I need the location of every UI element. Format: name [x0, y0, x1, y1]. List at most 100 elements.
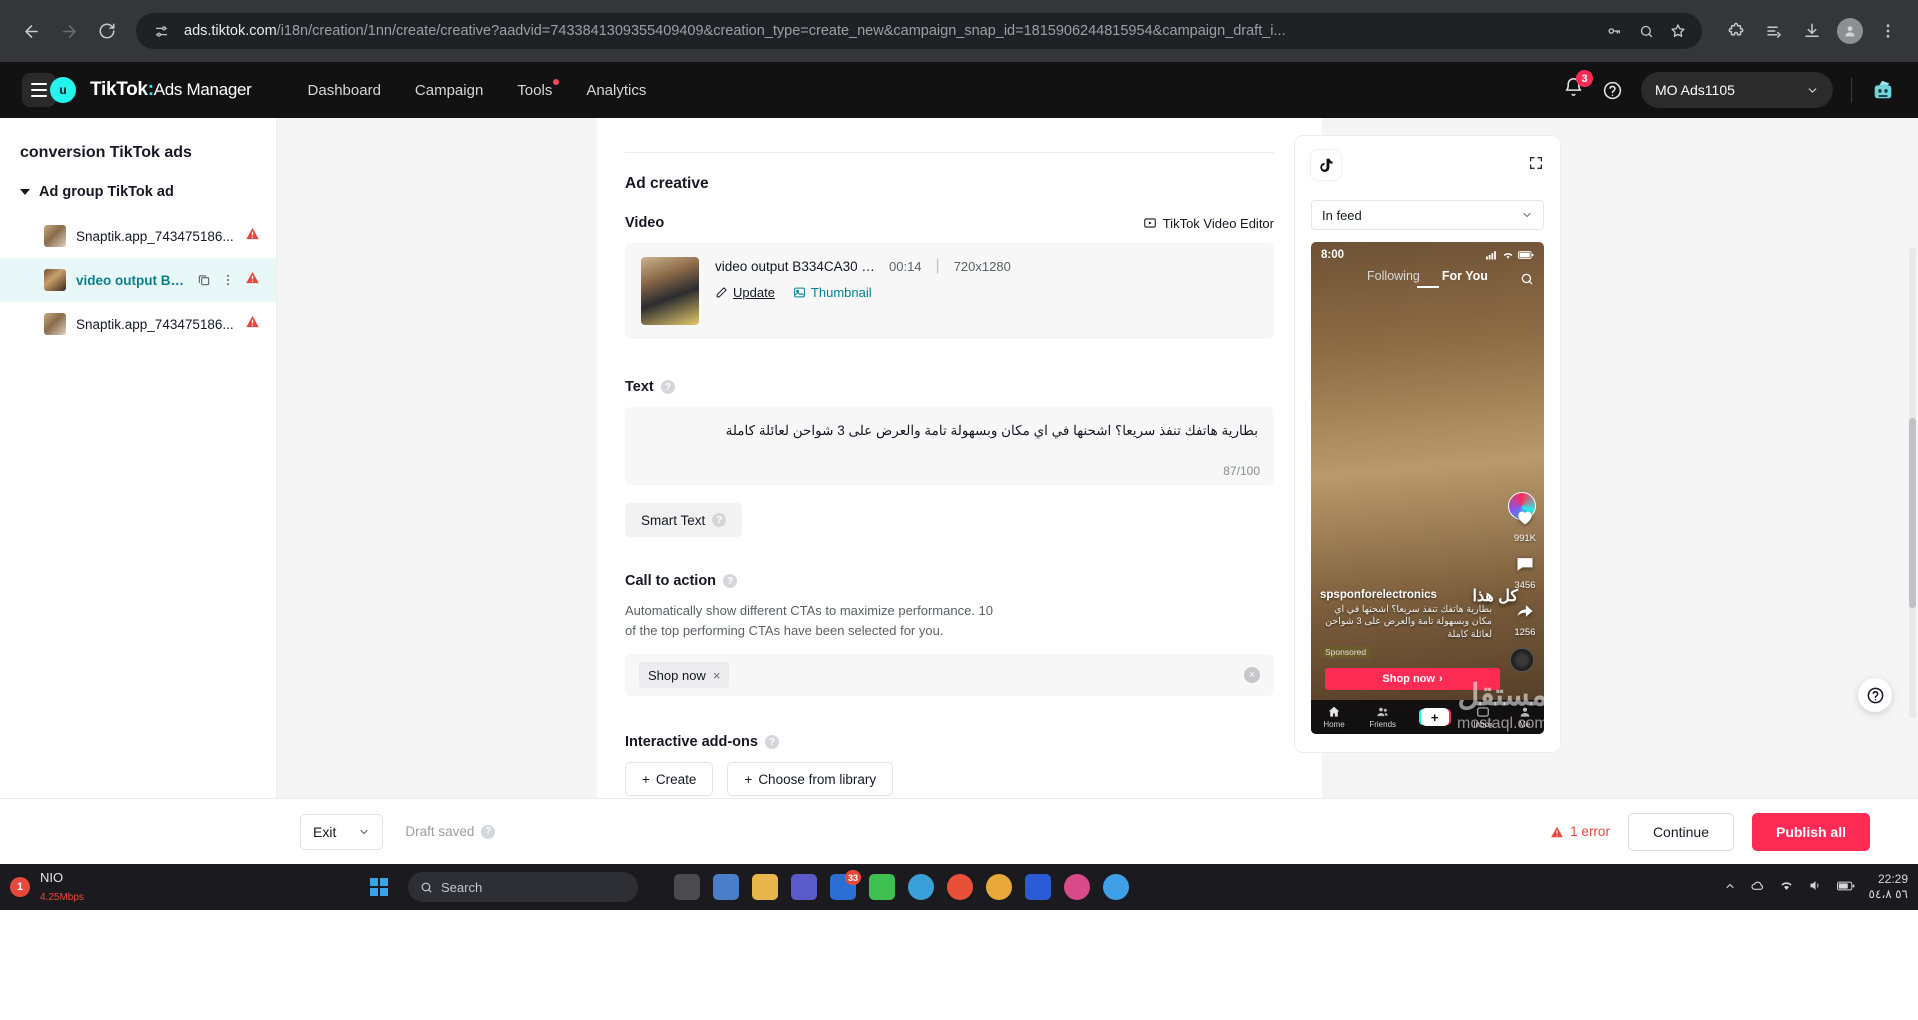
notifications-button[interactable]: 3 [1563, 70, 1593, 103]
cta-select-field[interactable]: Shop now × × [625, 654, 1274, 696]
edge-icon[interactable] [908, 874, 934, 900]
like-button[interactable]: 991K [1514, 507, 1536, 544]
site-settings-icon[interactable] [150, 20, 172, 42]
tab-for-you[interactable]: For You [1442, 269, 1488, 283]
word-icon[interactable] [1025, 874, 1051, 900]
friends-icon [1377, 707, 1388, 717]
reload-button[interactable] [90, 14, 124, 48]
help-floating-button[interactable] [1858, 678, 1892, 712]
volume-icon[interactable] [1808, 878, 1823, 896]
file-explorer-icon[interactable] [752, 874, 778, 900]
video-thumbnail[interactable] [641, 257, 699, 325]
help-circle-icon[interactable]: ? [764, 735, 779, 749]
help-circle-icon[interactable]: ? [481, 824, 496, 839]
download-icon[interactable] [1796, 15, 1828, 47]
network-icon[interactable] [1779, 878, 1794, 896]
continue-button[interactable]: Continue [1627, 812, 1734, 851]
me-person-icon [1520, 707, 1529, 717]
star-icon[interactable] [1664, 17, 1692, 45]
nav-create[interactable]: + [1420, 708, 1449, 726]
nav-campaign[interactable]: Campaign [415, 82, 483, 99]
profile-avatar-icon[interactable] [1834, 15, 1866, 47]
battery-icon[interactable] [1836, 880, 1855, 895]
advertiser-username[interactable]: spsponforelectronics [1320, 589, 1492, 601]
help-button[interactable] [1602, 80, 1623, 101]
tab-following[interactable]: Following [1367, 269, 1420, 283]
expand-fullscreen-icon[interactable] [1528, 155, 1544, 176]
task-view-icon[interactable] [674, 874, 700, 900]
tab-list-icon[interactable] [1758, 15, 1790, 47]
nav-me[interactable]: Me [1518, 705, 1532, 729]
sponsored-badge: Sponsored [1320, 646, 1372, 658]
create-addon-button[interactable]: + Create [625, 762, 714, 796]
update-video-button[interactable]: Update [715, 285, 775, 300]
tiktok-video-editor-link[interactable]: TikTok Video Editor [1143, 216, 1274, 231]
assistant-button[interactable] [1870, 78, 1896, 102]
help-circle-icon[interactable]: ? [723, 574, 738, 588]
brand-logo[interactable]: TikTok:Ads Manager [90, 79, 252, 101]
nav-tools[interactable]: Tools [517, 78, 560, 99]
extensions-icon[interactable] [1720, 15, 1752, 47]
account-selector[interactable]: MO Ads1105 [1641, 72, 1833, 108]
app-header: u TikTok:Ads Manager Dashboard Campaign … [0, 62, 1918, 118]
thumbnail-button[interactable]: Thumbnail [793, 285, 872, 300]
more-vertical-icon[interactable] [221, 273, 235, 287]
warning-triangle-icon[interactable] [245, 270, 260, 290]
preview-cta-button[interactable]: Shop now › [1325, 668, 1500, 690]
taskbar-clock[interactable]: 22:29 ٥٦ ٥٤،٨ [1869, 872, 1908, 902]
nio-widget[interactable]: 1 NIO 4.25Mbps [10, 869, 370, 905]
placement-selector[interactable]: In feed [1311, 200, 1544, 230]
sidebar-item-ad-1[interactable]: Snaptik.app_743475186... [0, 214, 276, 258]
cloud-icon[interactable] [1750, 878, 1765, 896]
windows-start-icon[interactable] [370, 878, 388, 896]
search-icon[interactable] [1520, 272, 1534, 291]
sidebar-item-ad-2[interactable]: video output B3... [0, 258, 276, 302]
nav-analytics[interactable]: Analytics [586, 82, 646, 99]
nav-home[interactable]: Home [1323, 705, 1345, 729]
passwords-icon[interactable] [1600, 17, 1628, 45]
help-circle-icon[interactable]: ? [712, 513, 727, 527]
cta-tag[interactable]: Shop now × [639, 662, 730, 688]
widgets-icon[interactable] [713, 874, 739, 900]
publish-all-button[interactable]: Publish all [1751, 812, 1870, 851]
clear-circle-icon[interactable]: × [1244, 667, 1260, 683]
ad-text-field[interactable]: بطارية هاتفك تنفذ سريعا؟ اشحنها في اي مك… [625, 407, 1274, 485]
smart-text-button[interactable]: Smart Text ? [625, 503, 743, 537]
user-avatar[interactable]: u [50, 77, 76, 103]
warning-triangle-icon[interactable] [245, 314, 260, 334]
back-button[interactable] [14, 14, 48, 48]
media-player-icon[interactable] [1103, 874, 1129, 900]
chevron-up-icon[interactable] [1724, 880, 1736, 895]
error-indicator[interactable]: 1 error [1550, 824, 1610, 839]
warning-triangle-icon[interactable] [245, 226, 260, 246]
exit-button[interactable]: Exit [300, 813, 384, 850]
ad-group-row[interactable]: Ad group TikTok ad [0, 184, 276, 214]
campaign-sidebar: conversion TikTok ads Ad group TikTok ad… [0, 118, 277, 798]
share-button[interactable]: 1256 [1514, 601, 1535, 638]
chrome-canary-icon[interactable] [986, 874, 1012, 900]
scrollbar-thumb[interactable] [1909, 418, 1916, 608]
duplicate-icon[interactable] [197, 273, 211, 287]
search-icon[interactable] [1632, 17, 1660, 45]
battery-icon [1518, 251, 1534, 259]
help-circle-icon[interactable]: ? [660, 380, 675, 394]
ad-caption-text: بطارية هاتفك تنفذ سريعا؟ اشحنها في اي مك… [1325, 603, 1492, 641]
forward-button[interactable] [52, 14, 86, 48]
nav-inbox[interactable]: Inbox [1473, 705, 1493, 729]
whatsapp-icon[interactable] [869, 874, 895, 900]
teams-icon[interactable] [791, 874, 817, 900]
nav-friends[interactable]: Friends [1369, 705, 1396, 729]
choose-from-library-button[interactable]: + Choose from library [727, 762, 894, 796]
scrollbar-track[interactable] [1909, 248, 1916, 718]
taskbar-search[interactable]: Search [408, 872, 638, 902]
sidebar-item-ad-3[interactable]: Snaptik.app_743475186... [0, 302, 276, 346]
nav-dashboard[interactable]: Dashboard [308, 82, 381, 99]
video-asset-card[interactable]: video output B334CA30 65... 00:14 | 720x… [625, 243, 1274, 339]
address-bar[interactable]: ads.tiktok.com/i18n/creation/1nn/create/… [136, 13, 1702, 49]
outlook-icon[interactable]: 33 [830, 870, 861, 900]
close-x-icon[interactable]: × [713, 668, 721, 683]
three-dots-menu-icon[interactable] [1872, 15, 1904, 47]
browser-icon[interactable] [1064, 874, 1090, 900]
caret-down-icon[interactable] [20, 189, 30, 195]
chrome-icon[interactable] [947, 874, 973, 900]
